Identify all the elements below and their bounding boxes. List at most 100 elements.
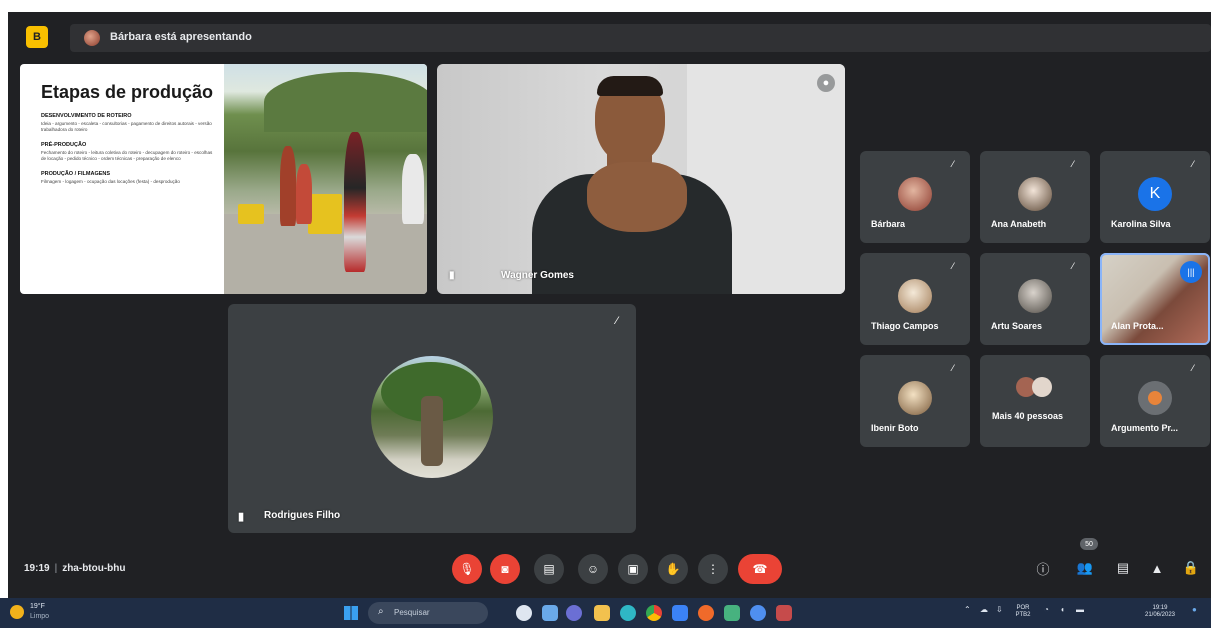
volume-icon[interactable]: ◖ (1060, 605, 1065, 614)
chat-button[interactable]: ▤ (1112, 557, 1134, 579)
present-icon: ▣ (627, 562, 639, 576)
language-top: POR (1016, 605, 1030, 611)
host-controls-button[interactable]: 🔒 (1180, 557, 1202, 579)
captions-button[interactable]: ▤ (534, 554, 564, 584)
camera-toggle-button[interactable]: ◙ (490, 554, 520, 584)
presenting-banner[interactable]: Bárbara está apresentando (70, 24, 1211, 52)
weather-temperature: 19°F (30, 603, 45, 610)
people-button[interactable]: 👥 (1074, 557, 1096, 579)
chat-icon: ▤ (1116, 560, 1130, 575)
participant-tile[interactable]: ⁄ Ana Anabeth (980, 151, 1090, 243)
cloud-icon[interactable]: ☁ (980, 605, 988, 614)
video-tile-interpreter[interactable]: ● ▮ Wagner Gomes (437, 64, 845, 294)
participant-avatar-group (1032, 377, 1052, 397)
meeting-code: zha-btou-bhu (62, 563, 126, 574)
activities-button[interactable]: ▲ (1146, 557, 1168, 579)
mic-off-icon: ⁄ (1072, 159, 1074, 169)
calendar-app-icon[interactable] (672, 605, 688, 621)
paint-app-icon[interactable] (724, 605, 740, 621)
mic-off-icon: ⁄ (1072, 261, 1074, 271)
pin-icon[interactable]: ▮ (449, 270, 455, 281)
edge-browser-icon[interactable] (620, 605, 636, 621)
participant-avatar (1018, 279, 1052, 313)
slide-section-body: Filmagem - logagem - ocupação das locaçõ… (41, 178, 180, 184)
hang-up-icon: ☎ (752, 562, 768, 576)
participant-tile[interactable]: ⁄ Argumento Pr... (1100, 355, 1210, 447)
wifi-icon[interactable]: ◔ (1044, 605, 1049, 614)
participant-avatar (898, 177, 932, 211)
activities-icon: ▲ (1150, 560, 1164, 576)
slide-title: Etapas de produção (41, 82, 214, 102)
leave-call-button[interactable]: ☎ (738, 554, 782, 584)
meeting-info-separator: | (54, 563, 58, 574)
mic-toggle-button[interactable]: 🎙 (452, 554, 482, 584)
raise-hand-button[interactable]: ✋ (658, 554, 688, 584)
slide-section: DESENVOLVIMENTO DE ROTEIRO Ideia - argum… (41, 113, 214, 134)
participant-tile[interactable]: ⁄ Artu Soares (980, 253, 1090, 345)
participant-tile-more[interactable]: Mais 40 pessoas (980, 355, 1090, 447)
mic-off-icon: ⁄ (952, 363, 954, 373)
task-view-icon[interactable] (516, 605, 532, 621)
participant-avatar (371, 356, 493, 478)
presentation-slide[interactable]: Etapas de produção DESENVOLVIMENTO DE RO… (20, 64, 427, 294)
participant-avatar (898, 279, 932, 313)
participant-avatar: K (1138, 177, 1172, 211)
chrome-profile-icon[interactable] (750, 605, 766, 621)
file-explorer-icon[interactable] (594, 605, 610, 621)
presenting-bar: B Bárbara está apresentando (16, 20, 1211, 52)
mic-off-icon: ⁄ (1192, 159, 1194, 169)
mic-off-icon: ⁄ (952, 261, 954, 271)
avatar-tree-trunk (421, 396, 443, 466)
presenting-label: Bárbara está apresentando (110, 31, 252, 43)
language-indicator[interactable]: POR PTB2 (1012, 605, 1034, 619)
slide-section: PRÉ-PRODUÇÃO Fechamento do roteiro - lei… (41, 142, 214, 163)
active-app-icon[interactable] (776, 605, 792, 621)
system-clock[interactable]: 19:19 21/06/2023 (1136, 605, 1184, 619)
meeting-details-button[interactable]: ⓘ (1032, 557, 1054, 579)
weather-description: Limpo (30, 613, 50, 620)
participant-avatar (1138, 381, 1172, 415)
firefox-browser-icon[interactable] (698, 605, 714, 621)
participant-name: Argumento Pr... (1111, 423, 1179, 433)
hand-icon: ✋ (665, 562, 681, 576)
usb-icon[interactable]: ⇩ (996, 605, 1003, 614)
notification-icon[interactable]: ● (1192, 605, 1197, 614)
more-options-button[interactable]: ⋮ (698, 554, 728, 584)
slide-photo (224, 64, 427, 294)
participant-tile-speaking[interactable]: ||| Alan Prota... (1100, 253, 1210, 345)
battery-icon[interactable]: ▬ (1076, 605, 1084, 614)
search-icon: ⌕ (378, 606, 384, 617)
photo-person (344, 132, 366, 272)
weather-icon[interactable] (10, 605, 24, 619)
participant-tile[interactable]: ⁄ Bárbara (860, 151, 970, 243)
participant-tile[interactable]: ⁄ Ibenir Boto (860, 355, 970, 447)
present-screen-button[interactable]: ▣ (618, 554, 648, 584)
pin-icon[interactable]: ▮ (238, 510, 244, 523)
language-bottom: PTB2 (1015, 612, 1031, 618)
chrome-browser-icon[interactable] (646, 605, 662, 621)
widgets-icon[interactable] (542, 605, 558, 621)
photo-chair (308, 194, 342, 234)
participant-name: Ana Anabeth (991, 219, 1047, 229)
participant-tile[interactable]: ⁄ K Karolina Silva (1100, 151, 1210, 243)
slide-section-title: PRÉ-PRODUÇÃO (41, 141, 87, 148)
chat-app-icon[interactable] (566, 605, 582, 621)
participant-name: Bárbara (871, 219, 906, 229)
participant-tile[interactable]: ⁄ Thiago Campos (860, 253, 970, 345)
mic-off-icon: ⁄ (952, 159, 954, 169)
video-tile-main[interactable]: ⁄ ▮ Rodrigues Filho (228, 304, 636, 533)
participant-name: Ibenir Boto (871, 423, 919, 433)
clock-date: 21/06/2023 (1144, 612, 1176, 618)
slide-section-title: PRODUÇÃO / FILMAGENS (41, 170, 111, 177)
taskbar-search[interactable]: ⌕ Pesquisar (368, 602, 488, 624)
tray-overflow-icon[interactable]: ⌃ (964, 605, 971, 614)
participant-name: Wagner Gomes (501, 270, 574, 281)
windows-start-icon[interactable] (344, 606, 358, 620)
slide-text-panel: Etapas de produção DESENVOLVIMENTO DE RO… (20, 64, 224, 294)
photo-hill (264, 72, 427, 132)
photo-chair (238, 204, 264, 224)
presentation-logo[interactable]: B (26, 26, 48, 48)
interpreter-hands (587, 162, 687, 232)
participant-avatar (1018, 177, 1052, 211)
reactions-button[interactable]: ☺ (578, 554, 608, 584)
